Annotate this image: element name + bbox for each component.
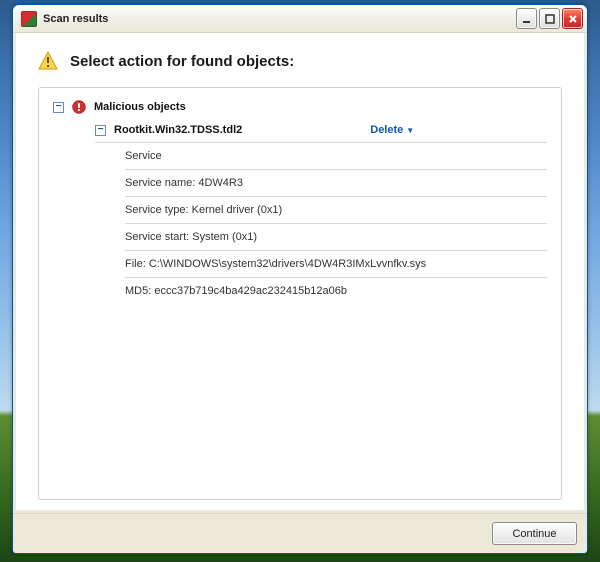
detail-service-type: Service type: Kernel driver (0x1) (125, 197, 547, 224)
window-title: Scan results (43, 13, 108, 25)
kaspersky-icon (21, 11, 37, 27)
threat-action-label: Delete (370, 124, 403, 136)
threat-name: Rootkit.Win32.TDSS.tdl2 (114, 124, 242, 136)
threat-block: − Rootkit.Win32.TDSS.tdl2 Delete ▼ Servi… (95, 120, 547, 304)
window-button-group (516, 8, 583, 29)
minimize-button[interactable] (516, 8, 537, 29)
detail-file: File: C:\WINDOWS\system32\drivers\4DW4R3… (125, 251, 547, 278)
minimize-icon (522, 14, 532, 24)
group-label: Malicious objects (94, 101, 186, 113)
group-header-row: − Malicious objects (53, 100, 547, 114)
collapse-toggle-group[interactable]: − (53, 102, 64, 113)
threat-details: Service Service name: 4DW4R3 Service typ… (125, 143, 547, 304)
scan-results-window: Scan results (12, 4, 588, 554)
chevron-down-icon: ▼ (406, 126, 414, 135)
detail-service-name: Service name: 4DW4R3 (125, 170, 547, 197)
malicious-icon (72, 100, 86, 114)
page-title: Select action for found objects: (70, 53, 294, 70)
threat-header: − Rootkit.Win32.TDSS.tdl2 Delete ▼ (95, 120, 547, 140)
header-row: Select action for found objects: (38, 51, 562, 71)
footer-bar: Continue (13, 513, 587, 553)
warning-icon (38, 51, 58, 71)
titlebar[interactable]: Scan results (13, 5, 587, 33)
detail-md5: MD5: eccc37b719c4ba429ac232415b12a06b (125, 278, 547, 304)
maximize-button[interactable] (539, 8, 560, 29)
detail-service-header: Service (125, 143, 547, 170)
close-icon (568, 14, 578, 24)
collapse-toggle-threat[interactable]: − (95, 125, 106, 136)
results-panel: − Malicious objects − Rootkit.Win32.TDSS… (38, 87, 562, 500)
detail-service-start: Service start: System (0x1) (125, 224, 547, 251)
continue-button[interactable]: Continue (492, 522, 577, 545)
maximize-icon (545, 14, 555, 24)
threat-action-dropdown[interactable]: Delete ▼ (370, 124, 414, 136)
window-body: Select action for found objects: − Malic… (16, 33, 584, 510)
desktop-background: Scan results (0, 0, 600, 562)
close-button[interactable] (562, 8, 583, 29)
